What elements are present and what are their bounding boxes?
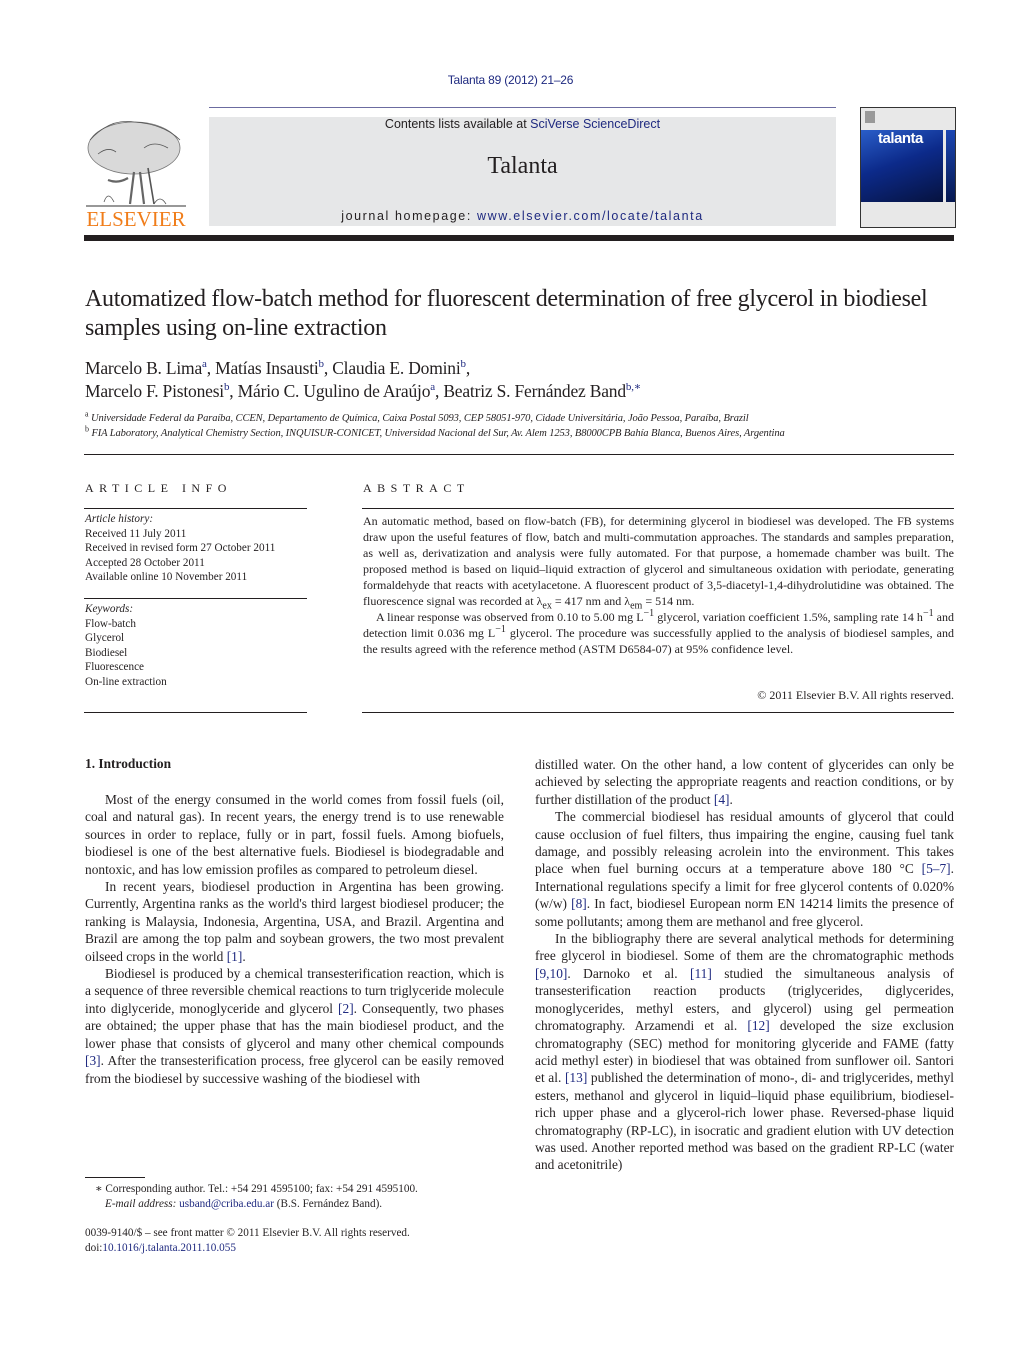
sciencedirect-link[interactable]: SciVerse ScienceDirect bbox=[530, 117, 660, 131]
footnote-rule bbox=[85, 1177, 145, 1178]
abstract-heading: ABSTRACT bbox=[363, 481, 470, 495]
keyword: On-line extraction bbox=[85, 675, 167, 688]
header-thick-rule bbox=[84, 235, 954, 241]
reference-link[interactable]: [5–7] bbox=[922, 861, 951, 876]
history-label: Article history: bbox=[85, 513, 154, 525]
affiliation-text: FIA Laboratory, Analytical Chemistry Sec… bbox=[91, 428, 785, 439]
author-name[interactable]: Marcelo B. Lima bbox=[85, 358, 202, 378]
section-heading-introduction: 1. Introduction bbox=[85, 756, 172, 771]
reference-link[interactable]: [8] bbox=[571, 896, 587, 911]
body-paragraph: In recent years, biodiesel production in… bbox=[85, 879, 504, 964]
affiliation-key: b bbox=[85, 424, 89, 434]
author-affiliation-marker[interactable]: b,∗ bbox=[626, 381, 641, 393]
article-history: Article history: Received 11 July 2011 R… bbox=[85, 512, 275, 585]
author-separator: , bbox=[465, 358, 471, 378]
abstract-paragraph: A linear response was observed from 0.10… bbox=[363, 608, 954, 657]
author-name[interactable]: Mário C. Ugulino de Araújo bbox=[238, 381, 431, 401]
abstract-rule bbox=[362, 712, 954, 713]
author-list: Marcelo B. Limaa, Matías Insaustib, Clau… bbox=[85, 357, 965, 403]
reference-link[interactable]: [13] bbox=[565, 1070, 587, 1085]
elsevier-tree-icon: ELSEVIER bbox=[86, 121, 186, 231]
abstract-rule bbox=[362, 508, 954, 509]
reference-link[interactable]: [11] bbox=[690, 966, 712, 981]
footnote-line: ∗ Corresponding author. Tel.: +54 291 45… bbox=[95, 1183, 418, 1195]
journal-cover-thumbnail[interactable]: talanta bbox=[860, 107, 956, 228]
body-paragraph: Most of the energy consumed in the world… bbox=[85, 792, 504, 877]
contents-prefix: Contents lists available at bbox=[384, 117, 531, 131]
body-paragraph: The commercial biodiesel has residual am… bbox=[535, 809, 955, 929]
reference-link[interactable]: [9,10] bbox=[535, 966, 567, 981]
history-item: Available online 10 November 2011 bbox=[85, 571, 248, 583]
affiliation-a: a Universidade Federal da Paraíba, CCEN,… bbox=[85, 409, 965, 426]
reference-link[interactable]: [1] bbox=[227, 949, 243, 964]
article-title: Automatized flow-batch method for fluore… bbox=[85, 286, 928, 341]
issn-line: 0039-9140/$ – see front matter © 2011 El… bbox=[85, 1227, 410, 1239]
cover-strip bbox=[946, 130, 955, 202]
article-info-rule bbox=[84, 598, 307, 599]
footnote-email-line: E-mail address: usband@criba.edu.ar (B.S… bbox=[105, 1197, 383, 1210]
author-separator: , bbox=[206, 358, 216, 378]
affiliations: a Universidade Federal da Paraíba, CCEN,… bbox=[85, 409, 965, 441]
body-column-right: distilled water. On the other hand, a lo… bbox=[535, 756, 954, 1174]
elsevier-wordmark: ELSEVIER bbox=[86, 207, 185, 230]
body-paragraph: Biodiesel is produced by a chemical tran… bbox=[85, 966, 504, 1086]
cover-title: talanta bbox=[878, 130, 923, 147]
article-info-rule bbox=[84, 712, 307, 713]
body-paragraph: distilled water. On the other hand, a lo… bbox=[535, 757, 954, 807]
journal-citation[interactable]: Talanta 89 (2012) 21–26 bbox=[0, 73, 1021, 87]
homepage-prefix: journal homepage: bbox=[341, 209, 478, 223]
doi-line: doi:10.1016/j.talanta.2011.10.055 bbox=[85, 1242, 236, 1254]
elsevier-logo[interactable]: ELSEVIER bbox=[84, 118, 188, 231]
reference-link[interactable]: [2] bbox=[338, 1001, 354, 1016]
affiliation-text: Universidade Federal da Paraíba, CCEN, D… bbox=[90, 413, 749, 424]
history-item: Accepted 28 October 2011 bbox=[85, 556, 205, 569]
keywords: Keywords: Flow-batch Glycerol Biodiesel … bbox=[85, 602, 167, 689]
reference-link[interactable]: [3] bbox=[85, 1053, 101, 1068]
journal-title: Talanta bbox=[487, 153, 558, 179]
footnote-star: ∗ bbox=[95, 1183, 103, 1195]
reference-link[interactable]: [12] bbox=[747, 1018, 769, 1033]
section-divider bbox=[84, 454, 954, 455]
history-item: Received in revised form 27 October 2011 bbox=[85, 542, 276, 554]
header-top-rule bbox=[209, 107, 836, 108]
abstract-copyright: © 2011 Elsevier B.V. All rights reserved… bbox=[757, 688, 954, 702]
article-info-heading: ARTICLE INFO bbox=[85, 481, 232, 495]
keyword: Flow-batch bbox=[85, 617, 136, 630]
reference-link[interactable]: [4] bbox=[714, 792, 730, 807]
cover-elsevier-mini-icon bbox=[865, 111, 875, 123]
affiliation-key: a bbox=[85, 409, 89, 419]
author-name[interactable]: Matías Insausti bbox=[215, 358, 319, 378]
affiliation-b: b FIA Laboratory, Analytical Chemistry S… bbox=[85, 424, 965, 441]
author-separator: , bbox=[229, 381, 238, 401]
article-info-rule bbox=[84, 508, 307, 509]
keyword: Biodiesel bbox=[85, 646, 128, 659]
keyword: Fluorescence bbox=[85, 661, 145, 673]
contents-line: Contents lists available at SciVerse Sci… bbox=[209, 117, 836, 131]
abstract-paragraph: An automatic method, based on flow-batch… bbox=[363, 514, 954, 612]
homepage-line: journal homepage: www.elsevier.com/locat… bbox=[209, 209, 836, 223]
body-column-left: Most of the energy consumed in the world… bbox=[85, 791, 504, 1087]
body-paragraph: In the bibliography there are several an… bbox=[535, 931, 954, 1173]
email-link[interactable]: usband@criba.edu.ar bbox=[179, 1198, 274, 1210]
corresponding-author-footnote: ∗ Corresponding author. Tel.: +54 291 45… bbox=[85, 1182, 505, 1211]
homepage-link[interactable]: www.elsevier.com/locate/talanta bbox=[477, 209, 704, 223]
keyword: Glycerol bbox=[85, 632, 125, 644]
abstract-text: An automatic method, based on flow-batch… bbox=[363, 513, 954, 657]
author-name[interactable]: Claudia E. Domini bbox=[332, 358, 461, 378]
history-item: Received 11 July 2011 bbox=[85, 527, 187, 540]
front-matter: 0039-9140/$ – see front matter © 2011 El… bbox=[85, 1226, 505, 1256]
keywords-label: Keywords: bbox=[85, 603, 134, 615]
author-name[interactable]: Marcelo F. Pistonesi bbox=[85, 381, 224, 401]
author-name[interactable]: Beatriz S. Fernández Band bbox=[443, 381, 626, 401]
doi-link[interactable]: 10.1016/j.talanta.2011.10.055 bbox=[102, 1242, 236, 1254]
author-separator: , bbox=[323, 358, 333, 378]
